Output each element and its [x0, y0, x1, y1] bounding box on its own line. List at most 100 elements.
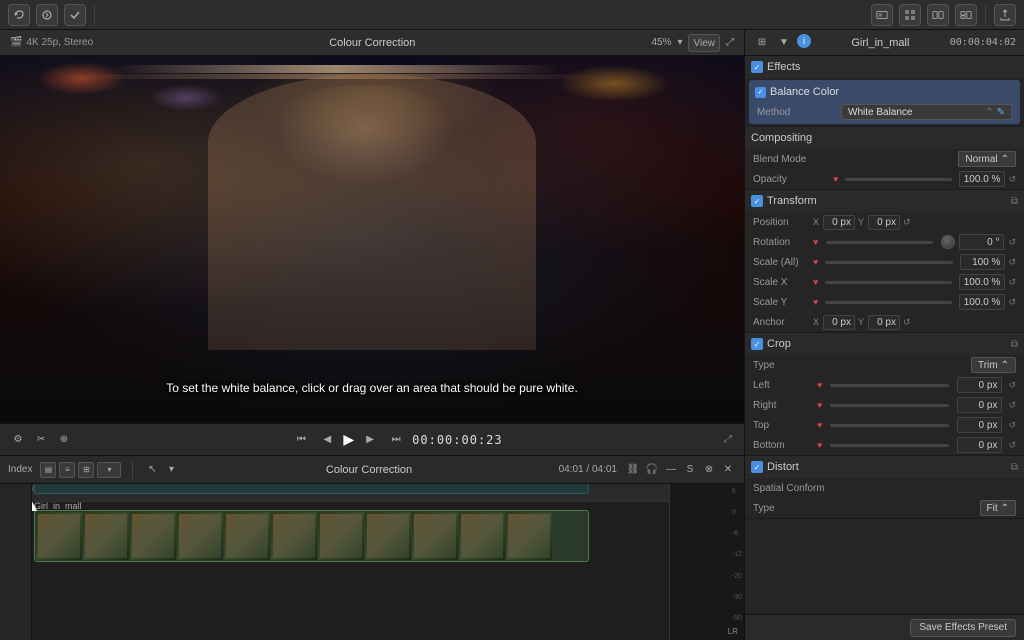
anchor-x-value[interactable]: 0 px: [823, 315, 855, 330]
blend-mode-dropdown[interactable]: Normal ⌃: [958, 151, 1016, 167]
opacity-reset-icon[interactable]: ↺: [1008, 174, 1016, 185]
crop-left-value[interactable]: 0 px: [957, 377, 1002, 393]
chain-button[interactable]: ⛓: [625, 462, 641, 478]
crop-top-value[interactable]: 0 px: [957, 417, 1002, 433]
play-button[interactable]: ▶: [343, 431, 354, 448]
layout2-button[interactable]: [955, 4, 977, 26]
compositing-section-header[interactable]: Compositing: [745, 127, 1024, 149]
filter-icon[interactable]: ▼: [775, 34, 793, 52]
clip-grid-button[interactable]: ⊞: [78, 462, 94, 478]
record-button[interactable]: ⊗: [701, 462, 717, 478]
distort-expand-icon[interactable]: ⧉: [1011, 462, 1018, 473]
scale-x-reset[interactable]: ↺: [1008, 277, 1016, 288]
crop-section-header[interactable]: ✓ Crop ⧉: [745, 333, 1024, 355]
step-forward-button[interactable]: ▶: [360, 430, 380, 450]
scale-y-heart[interactable]: ♥: [813, 297, 818, 307]
transform-section-header[interactable]: ✓ Transform ⧉: [745, 190, 1024, 212]
scale-y-slider[interactable]: [825, 301, 951, 304]
crop-expand-icon[interactable]: ⧉: [1011, 339, 1018, 350]
share-button[interactable]: [994, 4, 1016, 26]
rotation-reset[interactable]: ↺: [1008, 237, 1016, 248]
effects-section-header[interactable]: ✓ Effects: [745, 56, 1024, 78]
scale-y-reset[interactable]: ↺: [1008, 297, 1016, 308]
eyedropper-icon[interactable]: ✎: [997, 107, 1005, 118]
headphone-button[interactable]: 🎧: [644, 462, 660, 478]
info-icon[interactable]: i: [797, 34, 811, 48]
distort-checkbox[interactable]: ✓: [751, 461, 763, 473]
audio-track[interactable]: [34, 484, 589, 494]
distort-type-dropdown[interactable]: Fit ⌃: [980, 500, 1017, 516]
layout-button[interactable]: [927, 4, 949, 26]
scale-all-value[interactable]: 100 %: [960, 254, 1005, 270]
crop-right-reset[interactable]: ↺: [1008, 400, 1016, 411]
opacity-value[interactable]: 100.0 %: [959, 171, 1006, 187]
go-start-button[interactable]: ⏮: [291, 430, 311, 450]
position-x-value[interactable]: 0 px: [823, 215, 855, 230]
method-value[interactable]: White Balance ⌃ ✎: [841, 104, 1012, 120]
anchor-y-value[interactable]: 0 px: [868, 315, 900, 330]
crop-bottom-heart[interactable]: ♥: [817, 440, 822, 450]
table-icon[interactable]: ⊞: [753, 34, 771, 52]
crop-left-slider[interactable]: [830, 384, 949, 387]
clip-view-button[interactable]: ▤: [40, 462, 56, 478]
index-button[interactable]: Index: [8, 464, 32, 475]
crop-top-reset[interactable]: ↺: [1008, 420, 1016, 431]
go-end-button[interactable]: ⏭: [386, 430, 406, 450]
close-timeline-button[interactable]: ✕: [720, 462, 736, 478]
scale-all-slider[interactable]: [825, 261, 953, 264]
crop-right-slider[interactable]: [830, 404, 949, 407]
crop-left-reset[interactable]: ↺: [1008, 380, 1016, 391]
position-y-value[interactable]: 0 px: [868, 215, 900, 230]
scale-x-value[interactable]: 100.0 %: [959, 274, 1006, 290]
rotation-knob[interactable]: [941, 235, 955, 249]
check-button[interactable]: [64, 4, 86, 26]
crop-bottom-slider[interactable]: [830, 444, 949, 447]
redo-button[interactable]: [36, 4, 58, 26]
crop-top-heart[interactable]: ♥: [817, 420, 822, 430]
scale-all-reset[interactable]: ↺: [1008, 257, 1016, 268]
blade-button[interactable]: ✂: [31, 430, 51, 450]
crop-bottom-value[interactable]: 0 px: [957, 437, 1002, 453]
scale-x-heart[interactable]: ♥: [813, 277, 818, 287]
crop-right-value[interactable]: 0 px: [957, 397, 1002, 413]
anchor-reset[interactable]: ↺: [903, 317, 911, 328]
rotation-heart[interactable]: ♥: [813, 237, 818, 247]
balance-color-checkbox[interactable]: ✓: [755, 87, 766, 98]
view-button[interactable]: View: [688, 34, 720, 52]
scale-heart[interactable]: ♥: [813, 257, 818, 267]
transform-expand-icon[interactable]: ⧉: [1011, 196, 1018, 207]
viewer-button[interactable]: [871, 4, 893, 26]
crop-top-slider[interactable]: [830, 424, 949, 427]
position-reset[interactable]: ↺: [903, 217, 911, 228]
range-tool-button[interactable]: ▾: [163, 462, 179, 478]
expand-icon[interactable]: ⤢: [726, 37, 734, 48]
clip-list-button[interactable]: ≡: [59, 462, 75, 478]
crop-left-heart[interactable]: ♥: [817, 380, 822, 390]
crop-bottom-reset[interactable]: ↺: [1008, 440, 1016, 451]
transform-checkbox[interactable]: ✓: [751, 195, 763, 207]
crop-checkbox[interactable]: ✓: [751, 338, 763, 350]
scale-y-value[interactable]: 100.0 %: [959, 294, 1006, 310]
grid-button[interactable]: [899, 4, 921, 26]
settings-button[interactable]: ⚙: [8, 430, 28, 450]
transform-tool-button[interactable]: ⊕: [54, 430, 74, 450]
rotation-value[interactable]: 0 °: [959, 234, 1004, 250]
zoom-dropdown-icon[interactable]: ▾: [677, 37, 682, 48]
scale-x-slider[interactable]: [825, 281, 951, 284]
effects-checkbox[interactable]: ✓: [751, 61, 763, 73]
mute-button[interactable]: —: [663, 462, 679, 478]
opacity-slider[interactable]: [845, 178, 951, 181]
crop-right-heart[interactable]: ♥: [817, 400, 822, 410]
fullscreen-button[interactable]: ⤢: [720, 432, 736, 448]
step-back-button[interactable]: ◀: [317, 430, 337, 450]
save-effects-preset-button[interactable]: Save Effects Preset: [910, 619, 1016, 637]
solo-button[interactable]: S: [682, 462, 698, 478]
opacity-heart-icon[interactable]: ♥: [833, 174, 838, 184]
undo-button[interactable]: [8, 4, 30, 26]
clip-size-button[interactable]: ▾: [97, 462, 121, 478]
arrow-tool-button[interactable]: ↖: [144, 462, 160, 478]
crop-type-dropdown[interactable]: Trim ⌃: [971, 357, 1016, 373]
video-track[interactable]: [34, 510, 589, 562]
distort-section-header[interactable]: ✓ Distort ⧉: [745, 456, 1024, 478]
rotation-slider[interactable]: [826, 241, 933, 244]
